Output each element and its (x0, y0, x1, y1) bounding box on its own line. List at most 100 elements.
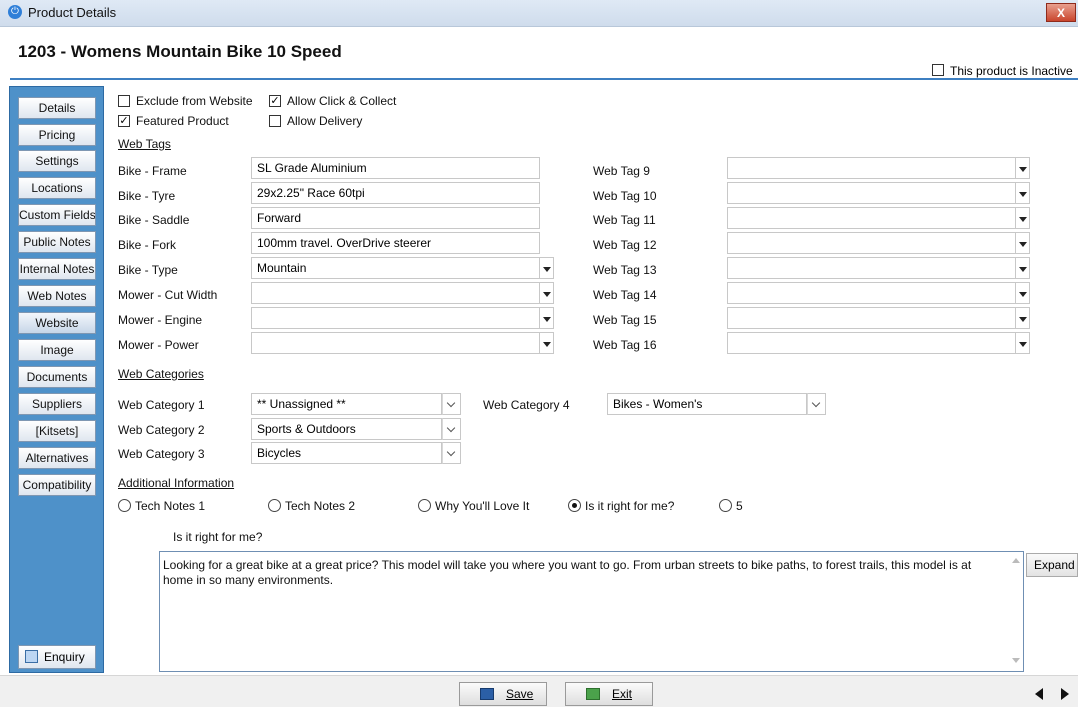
next-record-icon[interactable] (1054, 683, 1074, 705)
additional-info-heading: Additional Information (118, 476, 235, 490)
inactive-checkbox[interactable] (932, 64, 944, 76)
chevron-down-icon[interactable] (1016, 257, 1030, 279)
sidebar-item-documents[interactable]: Documents (18, 366, 96, 388)
title-bar (0, 0, 1078, 27)
web-tag-12-select[interactable] (727, 232, 1016, 254)
mower-cut-width-select[interactable] (251, 282, 540, 304)
bike-fork-input[interactable]: 100mm travel. OverDrive steerer (251, 232, 540, 254)
chevron-down-icon[interactable] (1016, 282, 1030, 304)
radio-tech-notes-2[interactable] (268, 499, 281, 512)
radio-label: 5 (736, 499, 743, 513)
allow-delivery-label: Allow Delivery (287, 114, 363, 128)
sidebar-item-public-notes[interactable]: Public Notes (18, 231, 96, 253)
web-tag-label: Bike - Frame (118, 164, 187, 178)
radio-label: Tech Notes 1 (135, 499, 206, 513)
chevron-down-icon[interactable] (540, 332, 554, 354)
chevron-down-icon[interactable] (442, 418, 461, 440)
sidebar-item-internal-notes[interactable]: Internal Notes (18, 258, 96, 280)
web-category-3-select[interactable]: Bicycles (251, 442, 442, 464)
sidebar: Details Pricing Settings Locations Custo… (9, 86, 104, 673)
exclude-website-checkbox[interactable] (118, 95, 130, 107)
chevron-down-icon[interactable] (540, 282, 554, 304)
chevron-down-icon[interactable] (1016, 207, 1030, 229)
expand-button[interactable]: Expand (1026, 553, 1078, 577)
chevron-down-icon[interactable] (1016, 157, 1030, 179)
sidebar-item-pricing[interactable]: Pricing (18, 124, 96, 146)
allow-delivery-checkbox[interactable] (269, 115, 281, 127)
web-category-4-select[interactable]: Bikes - Women's (607, 393, 807, 415)
notes-heading: Is it right for me? (173, 530, 263, 544)
web-category-1-label: Web Category 1 (118, 398, 205, 412)
web-tag-label: Web Tag 12 (593, 238, 657, 252)
previous-record-icon[interactable] (1029, 683, 1049, 705)
web-tag-label: Web Tag 10 (593, 189, 657, 203)
chevron-down-icon[interactable] (807, 393, 826, 415)
sidebar-item-web-notes[interactable]: Web Notes (18, 285, 96, 307)
chevron-down-icon[interactable] (442, 393, 461, 415)
scroll-up-icon[interactable] (1012, 558, 1020, 563)
sidebar-item-alternatives[interactable]: Alternatives (18, 447, 96, 469)
featured-product-checkbox[interactable]: ✓ (118, 115, 130, 127)
sidebar-item-suppliers[interactable]: Suppliers (18, 393, 96, 415)
click-collect-checkbox[interactable]: ✓ (269, 95, 281, 107)
header-divider (10, 78, 1078, 80)
sidebar-item-locations[interactable]: Locations (18, 177, 96, 199)
web-tag-9-select[interactable] (727, 157, 1016, 179)
chevron-down-icon[interactable] (540, 257, 554, 279)
sidebar-item-custom-fields[interactable]: Custom Fields (18, 204, 96, 226)
click-collect-label: Allow Click & Collect (287, 94, 397, 108)
chevron-down-icon[interactable] (1016, 232, 1030, 254)
exit-button[interactable]: Exit (565, 682, 653, 706)
chevron-down-icon[interactable] (1016, 182, 1030, 204)
web-tag-label: Mower - Cut Width (118, 288, 218, 302)
web-tag-label: Bike - Tyre (118, 189, 176, 203)
web-tag-label: Bike - Saddle (118, 213, 190, 227)
sidebar-item-compatibility[interactable]: Compatibility (18, 474, 96, 496)
bike-type-select[interactable]: Mountain (251, 257, 540, 279)
sidebar-item-website[interactable]: Website (18, 312, 96, 334)
web-tag-10-select[interactable] (727, 182, 1016, 204)
web-category-2-label: Web Category 2 (118, 423, 205, 437)
web-tag-label: Mower - Engine (118, 313, 203, 327)
chevron-down-icon[interactable] (540, 307, 554, 329)
bike-saddle-input[interactable]: Forward (251, 207, 540, 229)
web-category-2-select[interactable]: Sports & Outdoors (251, 418, 442, 440)
bike-frame-input[interactable]: SL Grade Aluminium (251, 157, 540, 179)
web-tag-13-select[interactable] (727, 257, 1016, 279)
enquiry-button[interactable]: Enquiry (18, 645, 96, 669)
notes-textarea[interactable]: Looking for a great bike at a great pric… (159, 551, 1024, 672)
web-tag-14-select[interactable] (727, 282, 1016, 304)
sidebar-item-details[interactable]: Details (18, 97, 96, 119)
web-category-1-select[interactable]: ** Unassigned ** (251, 393, 442, 415)
save-button[interactable]: Save (459, 682, 547, 706)
web-tag-15-select[interactable] (727, 307, 1016, 329)
radio-label: Tech Notes 2 (285, 499, 356, 513)
mower-power-select[interactable] (251, 332, 540, 354)
close-button[interactable]: X (1046, 3, 1076, 22)
web-category-3-label: Web Category 3 (118, 447, 205, 461)
web-tag-11-select[interactable] (727, 207, 1016, 229)
sidebar-item-image[interactable]: Image (18, 339, 96, 361)
radio-label: Why You'll Love It (435, 499, 530, 513)
chevron-down-icon[interactable] (1016, 332, 1030, 354)
mower-engine-select[interactable] (251, 307, 540, 329)
chevron-down-icon[interactable] (1016, 307, 1030, 329)
radio-5[interactable] (719, 499, 732, 512)
radio-why-youll-love-it[interactable] (418, 499, 431, 512)
sidebar-item-settings[interactable]: Settings (18, 150, 96, 172)
radio-is-it-right-for-me[interactable] (568, 499, 581, 512)
chevron-down-icon[interactable] (442, 442, 461, 464)
window-title: Product Details (28, 5, 117, 20)
sidebar-item-kitsets[interactable]: [Kitsets] (18, 420, 96, 442)
save-label: Save (506, 687, 534, 701)
app-power-icon: ⏻ (8, 5, 22, 19)
radio-tech-notes-1[interactable] (118, 499, 131, 512)
web-tag-label: Web Tag 11 (593, 213, 656, 227)
inactive-label: This product is Inactive (950, 64, 1073, 78)
radio-label: Is it right for me? (585, 499, 675, 513)
bike-tyre-input[interactable]: 29x2.25" Race 60tpi (251, 182, 540, 204)
scroll-down-icon[interactable] (1012, 658, 1020, 663)
exclude-website-label: Exclude from Website (136, 94, 253, 108)
web-tag-16-select[interactable] (727, 332, 1016, 354)
web-tag-label: Mower - Power (118, 338, 199, 352)
